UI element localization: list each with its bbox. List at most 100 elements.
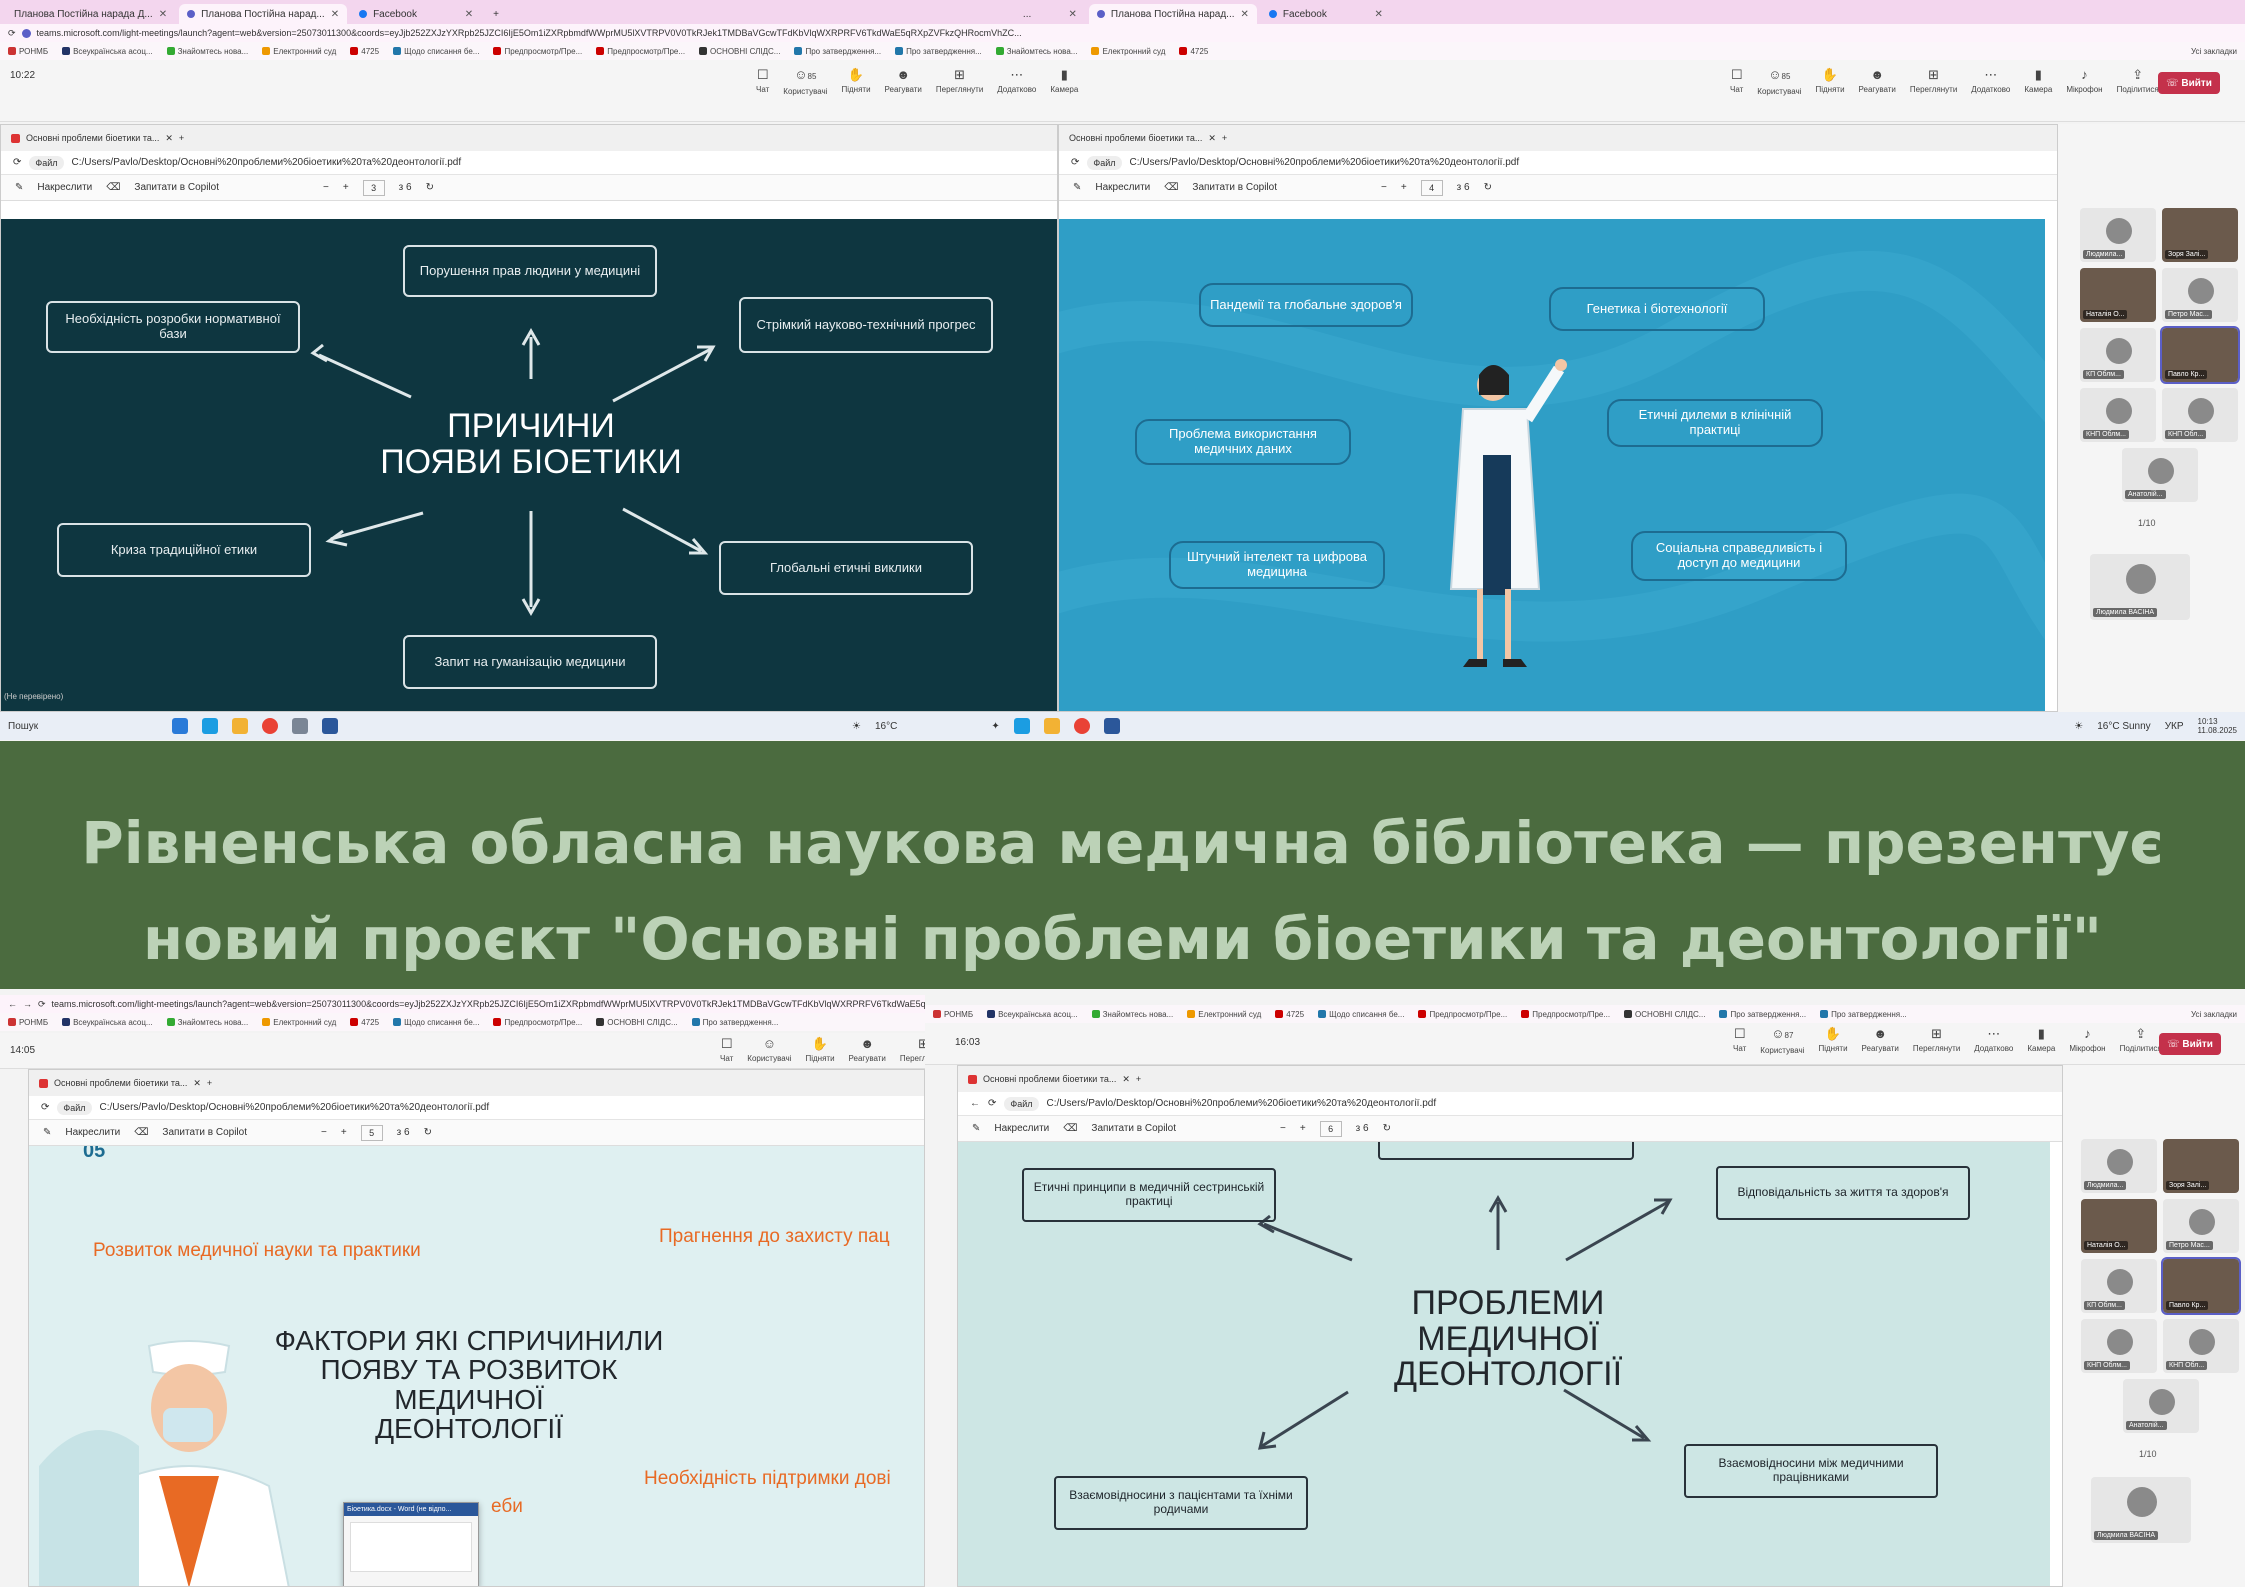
viewer-url-bar[interactable]: ⟳ Файл C:/Users/Pavlo/Desktop/Основні%20пр…	[1, 151, 1057, 175]
bookmark[interactable]: ОСНОВНІ СЛІДС...	[596, 1018, 678, 1027]
bookmark[interactable]: Предпросмотр/Пре...	[1418, 1010, 1507, 1019]
explorer-icon[interactable]	[172, 718, 188, 734]
close-icon[interactable]: ✕	[1122, 1074, 1130, 1085]
mic-button[interactable]: ♪ Мікрофон	[2069, 1027, 2105, 1055]
bookmark[interactable]: Щодо списання бе...	[393, 1018, 479, 1027]
draw-button[interactable]: Накреслити	[1095, 182, 1150, 193]
view-button[interactable]: ⊞Переглянути	[1913, 1027, 1960, 1055]
bookmark[interactable]: Всеукраїнська асоц...	[987, 1010, 1078, 1019]
back-icon[interactable]: ←	[8, 999, 17, 1009]
bookmark[interactable]: Електронний суд	[1091, 47, 1165, 56]
bookmark[interactable]: ОСНОВНІ СЛІДС...	[699, 47, 780, 56]
participant-tile[interactable]: Зоря Залі...	[2162, 208, 2238, 262]
leave-button[interactable]: ☏ Вийти	[2159, 1033, 2221, 1055]
share-button[interactable]: ⇪ Поділитися	[2120, 1027, 2162, 1055]
zoom-in-icon[interactable]: +	[341, 1127, 347, 1138]
bookmark[interactable]: Про затвердження...	[895, 47, 982, 56]
camera-button[interactable]: ▮ Камера	[2024, 68, 2052, 96]
new-tab-icon[interactable]: +	[207, 1078, 212, 1088]
participant-tile[interactable]: Петро Мас...	[2162, 268, 2238, 322]
bookmark[interactable]: Про затвердження...	[1820, 1010, 1907, 1019]
chat-button[interactable]: ☐ Чат	[1733, 1027, 1746, 1055]
bookmark[interactable]: Електронний суд	[262, 1018, 336, 1027]
taskbar-search[interactable]: Пошук	[8, 721, 158, 732]
bookmark[interactable]: Всеукраїнська асоц...	[62, 47, 153, 56]
participants-page-indicator[interactable]: 1/10	[2138, 518, 2156, 528]
people-button[interactable]: ☺85 Користувачі	[1757, 68, 1801, 97]
copilot-button[interactable]: Запитати в Copilot	[1192, 182, 1277, 193]
page-number-input[interactable]: 3	[362, 179, 385, 196]
bookmark[interactable]: РОНМБ	[8, 47, 48, 56]
viewer-tab-label[interactable]: Основні проблеми біоетики та...	[1069, 133, 1202, 143]
bookmark[interactable]: Щодо списання бе...	[393, 47, 479, 56]
bookmark[interactable]: РОНМБ	[933, 1010, 973, 1019]
zoom-in-icon[interactable]: +	[343, 182, 349, 193]
people-button[interactable]: ☺87 Користувачі	[1760, 1027, 1804, 1056]
draw-button[interactable]: Накреслити	[994, 1123, 1049, 1134]
bookmark[interactable]: Предпросмотр/Пре...	[1521, 1010, 1610, 1019]
new-tab-icon[interactable]: +	[179, 133, 184, 143]
rotate-icon[interactable]: ↻	[426, 182, 434, 193]
edge-icon[interactable]	[1013, 718, 1030, 734]
chrome-icon[interactable]	[1073, 718, 1090, 734]
bookmark[interactable]: Знайомтесь нова...	[166, 1018, 248, 1027]
bookmark[interactable]: Всеукраїнська асоц...	[62, 1018, 153, 1027]
participant-tile[interactable]: Людмила...	[2081, 1139, 2157, 1193]
forward-icon[interactable]: →	[23, 999, 32, 1009]
bookmark[interactable]: 4725	[1179, 47, 1208, 56]
draw-button[interactable]: Накреслити	[65, 1127, 120, 1138]
mic-button[interactable]: ♪ Мікрофон	[2066, 68, 2102, 96]
browser-tab-active[interactable]: Планова Постійна нарад... ✕	[179, 4, 348, 24]
all-bookmarks[interactable]: Усі закладки	[2191, 47, 2237, 56]
bookmark[interactable]: Знайомтесь нова...	[995, 47, 1077, 56]
draw-icon[interactable]: ✎	[43, 1127, 51, 1138]
close-icon[interactable]: ✕	[465, 9, 473, 20]
bookmark[interactable]: Про затвердження...	[794, 47, 881, 56]
participant-tile-active[interactable]: Павло Кр...	[2160, 326, 2240, 384]
participant-tile[interactable]: КНП Облм...	[2081, 1319, 2157, 1373]
participant-tile[interactable]: КП Облм...	[2080, 328, 2156, 382]
bookmark[interactable]: ОСНОВНІ СЛІДС...	[1624, 1010, 1705, 1019]
bookmark[interactable]: Предпросмотр/Пре...	[493, 47, 582, 56]
browser-tab[interactable]: Facebook ✕	[1261, 4, 1391, 24]
zoom-out-icon[interactable]: −	[323, 182, 329, 193]
draw-icon[interactable]: ✎	[972, 1123, 980, 1134]
browser-address-bar[interactable]: ← → ⟳ teams.microsoft.com/light-meetings/l…	[0, 995, 925, 1013]
folder-icon[interactable]	[1043, 718, 1060, 734]
participant-tile[interactable]: Зоря Залі...	[2163, 1139, 2239, 1193]
chat-button[interactable]: ☐ Чат	[756, 68, 769, 96]
browser-tab[interactable]: Планова Постійна нарада Д... ✕	[6, 4, 175, 24]
react-button[interactable]: ☻ Реагувати	[849, 1037, 886, 1064]
edge-icon[interactable]	[202, 718, 218, 734]
view-button[interactable]: ⊞Переглянути	[900, 1037, 925, 1064]
copilot-button[interactable]: Запитати в Copilot	[162, 1127, 247, 1138]
copilot-button[interactable]: Запитати в Copilot	[134, 182, 219, 193]
bookmark[interactable]: Щодо списання бе...	[1318, 1010, 1404, 1019]
erase-icon[interactable]: ⌫	[1164, 182, 1178, 193]
reload-icon[interactable]: ⟳	[41, 1102, 49, 1113]
draw-icon[interactable]: ✎	[1073, 182, 1081, 193]
reload-icon[interactable]: ⟳	[38, 999, 46, 1010]
rotate-icon[interactable]: ↻	[1484, 182, 1492, 193]
bookmark[interactable]: РОНМБ	[8, 1018, 48, 1027]
participant-tile[interactable]: Анатолій...	[2123, 1379, 2199, 1433]
camera-button[interactable]: ▮ Камера	[2027, 1027, 2055, 1055]
reload-icon[interactable]: ⟳	[1071, 157, 1079, 168]
zoom-out-icon[interactable]: −	[1381, 182, 1387, 193]
page-number-input[interactable]: 6	[1319, 1120, 1342, 1137]
people-button[interactable]: ☺ Користувачі	[747, 1037, 791, 1064]
leave-button[interactable]: ☏ Вийти	[2158, 72, 2220, 94]
rotate-icon[interactable]: ↻	[1383, 1123, 1391, 1134]
chrome-icon[interactable]	[262, 718, 278, 734]
close-icon[interactable]: ✕	[331, 9, 339, 20]
erase-icon[interactable]: ⌫	[106, 182, 120, 193]
reload-icon[interactable]: ⟳	[8, 28, 16, 39]
chat-button[interactable]: ☐ Чат	[1730, 68, 1743, 96]
folder-icon[interactable]	[232, 718, 248, 734]
word-icon[interactable]	[322, 718, 338, 734]
rotate-icon[interactable]: ↻	[424, 1127, 432, 1138]
zoom-in-icon[interactable]: +	[1401, 182, 1407, 193]
react-button[interactable]: ☻ Реагувати	[1859, 68, 1896, 96]
participant-tile[interactable]: КП Облм...	[2081, 1259, 2157, 1313]
reload-icon[interactable]: ⟳	[988, 1098, 996, 1109]
